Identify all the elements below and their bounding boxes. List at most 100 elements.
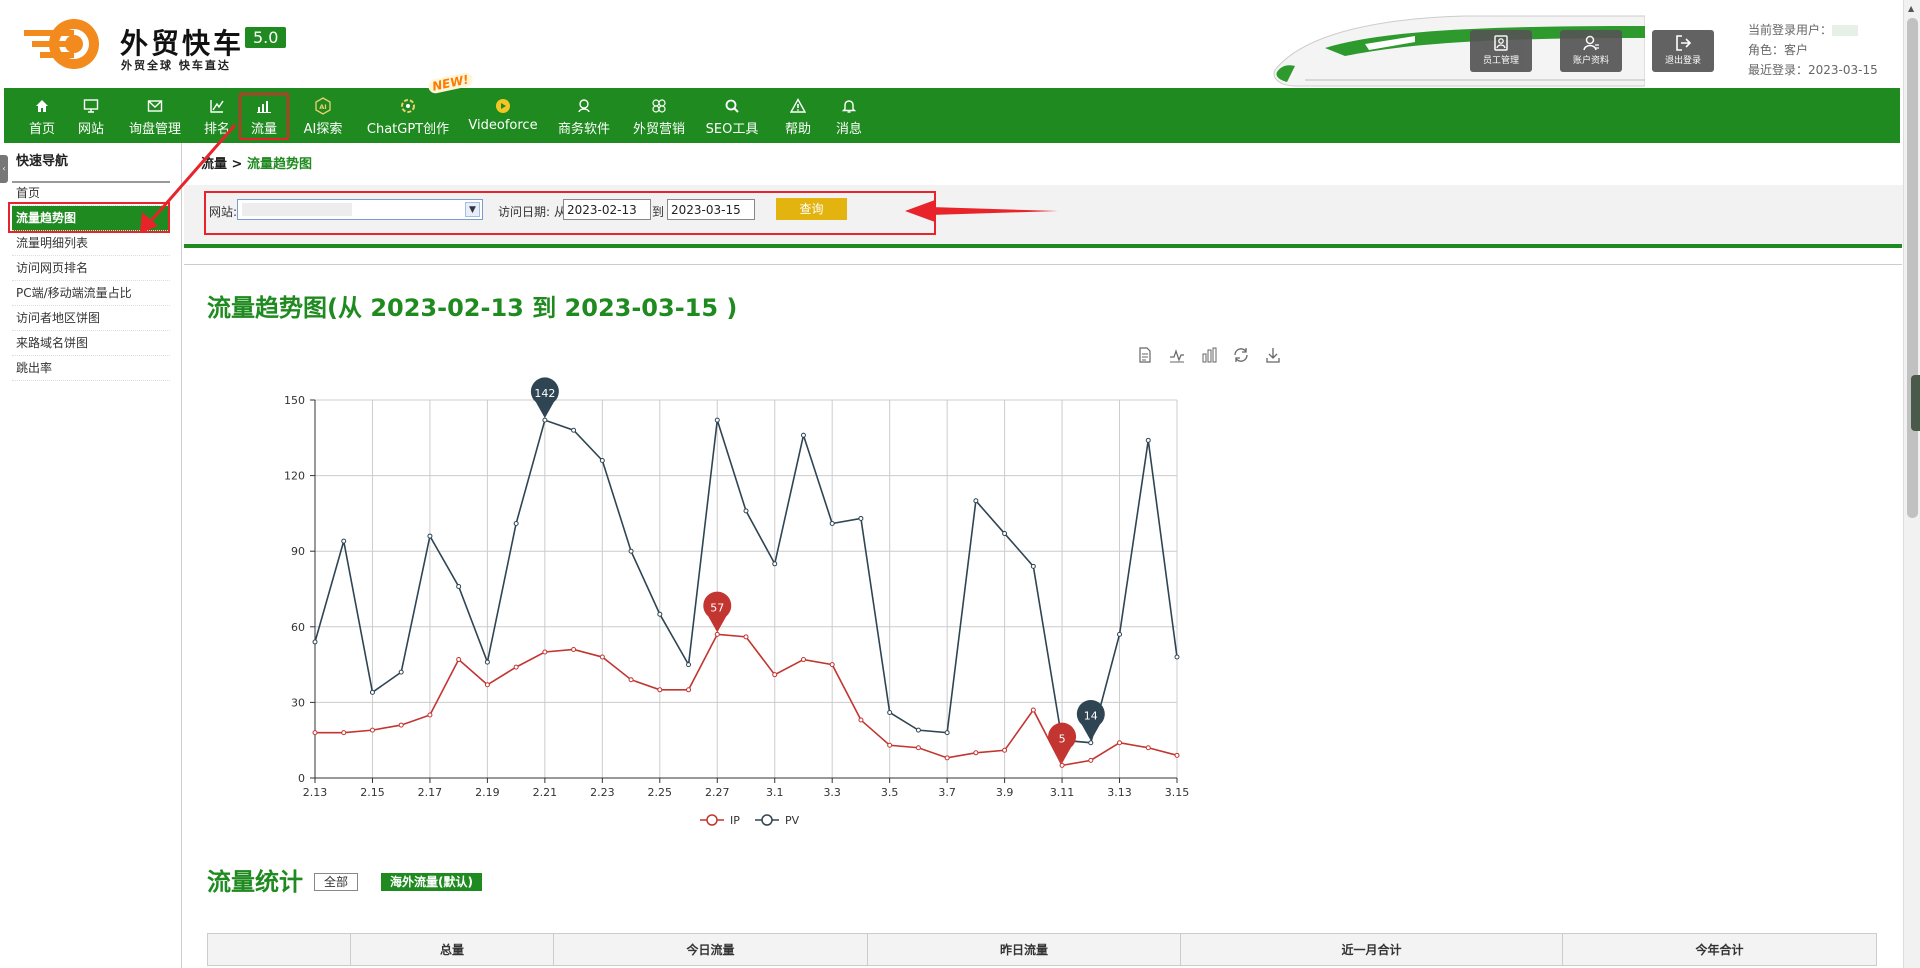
nav-label: Videoforce bbox=[468, 118, 538, 133]
nav-item-marketing[interactable]: 外贸营销 bbox=[626, 88, 692, 143]
data-point-ip bbox=[427, 712, 433, 718]
nav-item-messages[interactable]: 消息 bbox=[829, 88, 869, 143]
site-value-masked bbox=[242, 203, 352, 216]
data-point-ip bbox=[599, 654, 605, 660]
warning-icon bbox=[789, 98, 807, 113]
home-icon bbox=[36, 100, 48, 112]
legend-symbol-ip bbox=[706, 814, 718, 826]
nav-label: AI探索 bbox=[303, 122, 343, 137]
site-select[interactable]: ▼ bbox=[237, 199, 483, 220]
sidebar-item-traffic-detail[interactable]: 流量明细列表 bbox=[12, 231, 170, 256]
data-point-pv bbox=[1002, 531, 1008, 537]
x-tick-label: 3.13 bbox=[1107, 786, 1132, 799]
sidebar-collapse-toggle[interactable]: ‹ bbox=[0, 155, 8, 183]
stats-table-header-row: 总量 今日流量 昨日流量 近一月合计 今年合计 bbox=[207, 933, 1877, 966]
account-profile-button[interactable]: 账户资料 bbox=[1560, 30, 1622, 72]
data-point-pv bbox=[743, 508, 749, 514]
x-tick-label: 3.11 bbox=[1050, 786, 1075, 799]
legend-label: PV bbox=[785, 814, 800, 827]
nav-label: 外贸营销 bbox=[632, 122, 685, 137]
data-point-pv bbox=[513, 520, 519, 526]
nav-label: SEO工具 bbox=[705, 122, 759, 137]
marker-label: 142 bbox=[534, 387, 555, 400]
bar-chart-toggle-icon[interactable] bbox=[1199, 345, 1219, 365]
x-tick-label: 3.15 bbox=[1165, 786, 1190, 799]
legend-symbol-pv bbox=[761, 814, 773, 826]
search-icon bbox=[725, 99, 739, 113]
nav-item-ai[interactable]: AI AI探索 bbox=[298, 88, 348, 143]
column-header: 近一月合计 bbox=[1180, 933, 1563, 966]
restore-icon[interactable] bbox=[1231, 345, 1251, 365]
nav-label: 首页 bbox=[28, 122, 55, 137]
date-to-input[interactable] bbox=[667, 199, 755, 220]
floating-side-tab[interactable] bbox=[1911, 375, 1920, 431]
data-point-pv bbox=[1145, 437, 1151, 443]
data-view-icon[interactable] bbox=[1135, 345, 1155, 365]
nav-item-website[interactable]: 网站 bbox=[69, 88, 113, 143]
query-button[interactable]: 查询 bbox=[776, 198, 847, 220]
date-from-input[interactable] bbox=[563, 199, 651, 220]
data-point-pv bbox=[1174, 654, 1180, 660]
data-point-pv bbox=[800, 432, 806, 438]
site-label: 网站: bbox=[209, 205, 238, 219]
sidebar-item-bounce-rate[interactable]: 跳出率 bbox=[12, 356, 170, 381]
nav-item-chatgpt[interactable]: ChatGPT创作 bbox=[360, 88, 456, 143]
data-point-ip bbox=[341, 730, 347, 736]
column-header: 今日流量 bbox=[553, 933, 868, 966]
line-chart-icon[interactable] bbox=[1167, 345, 1187, 365]
nav-label: ChatGPT创作 bbox=[366, 122, 450, 137]
sidebar-item-visitor-region[interactable]: 访问者地区饼图 bbox=[12, 306, 170, 331]
nav-item-seo-tools[interactable]: SEO工具 bbox=[702, 88, 762, 143]
logo-icon bbox=[24, 19, 99, 69]
bell-icon bbox=[841, 100, 857, 113]
data-point-pv bbox=[1030, 563, 1036, 569]
data-point-ip bbox=[1174, 752, 1180, 758]
legend-label: IP bbox=[730, 814, 740, 827]
chart-title: 流量趋势图(从 2023-02-13 到 2023-03-15 ) bbox=[207, 294, 738, 322]
nav-item-videoforce[interactable]: Videoforce bbox=[467, 88, 539, 143]
data-point-pv bbox=[1088, 740, 1094, 746]
user-info: 当前登录用户： 角色：客户 最近登录：2023-03-15 bbox=[1748, 20, 1878, 80]
data-point-pv bbox=[887, 709, 893, 715]
staff-management-button[interactable]: 员工管理 bbox=[1470, 30, 1532, 72]
sidebar-item-pc-mobile-ratio[interactable]: PC端/移动端流量占比 bbox=[12, 281, 170, 306]
page-scrollbar[interactable]: ▲ bbox=[1903, 0, 1920, 968]
last-login-label: 最近登录： bbox=[1748, 63, 1809, 77]
stats-title: 流量统计 bbox=[207, 868, 303, 896]
mail-icon bbox=[147, 100, 163, 112]
scroll-up-icon[interactable]: ▲ bbox=[1908, 4, 1914, 13]
data-point-ip bbox=[829, 662, 835, 668]
logout-icon bbox=[1676, 35, 1692, 51]
data-point-pv bbox=[772, 561, 778, 567]
y-tick-label: 30 bbox=[291, 696, 305, 709]
nav-item-help[interactable]: 帮助 bbox=[778, 88, 818, 143]
nav-label: 网站 bbox=[77, 122, 104, 137]
data-point-ip bbox=[1002, 747, 1008, 753]
nav-item-ranking[interactable]: 排名 bbox=[197, 88, 237, 143]
marker-label: 5 bbox=[1059, 732, 1066, 745]
data-point-ip bbox=[312, 730, 318, 736]
logout-button[interactable]: 退出登录 bbox=[1652, 30, 1714, 72]
nav-item-home[interactable]: 首页 bbox=[22, 88, 62, 143]
stats-overseas-button[interactable]: 海外流量(默认) bbox=[381, 873, 482, 891]
sidebar-item-page-ranking[interactable]: 访问网页排名 bbox=[12, 256, 170, 281]
download-icon[interactable] bbox=[1263, 345, 1283, 365]
data-point-pv bbox=[599, 457, 605, 463]
nav-item-business-software[interactable]: 商务软件 bbox=[552, 88, 616, 143]
nav-item-inquiry[interactable]: 询盘管理 bbox=[122, 88, 188, 143]
stats-all-button[interactable]: 全部 bbox=[314, 873, 359, 891]
monitor-icon bbox=[83, 99, 99, 113]
sidebar-item-referrer-domain[interactable]: 来路域名饼图 bbox=[12, 331, 170, 356]
scrollbar-thumb[interactable] bbox=[1907, 18, 1918, 518]
staff-management-label: 员工管理 bbox=[1482, 56, 1519, 66]
data-point-pv bbox=[571, 427, 577, 433]
data-point-ip bbox=[686, 687, 692, 693]
x-tick-label: 2.19 bbox=[475, 786, 500, 799]
data-point-pv bbox=[829, 520, 835, 526]
data-point-pv bbox=[657, 611, 663, 617]
chevron-down-icon[interactable]: ▼ bbox=[465, 202, 480, 217]
breadcrumb-parent[interactable]: 流量 bbox=[201, 157, 227, 172]
y-tick-label: 60 bbox=[291, 621, 305, 634]
stats-table: 总量 今日流量 昨日流量 近一月合计 今年合计 bbox=[207, 933, 1877, 966]
data-point-ip bbox=[513, 664, 519, 670]
